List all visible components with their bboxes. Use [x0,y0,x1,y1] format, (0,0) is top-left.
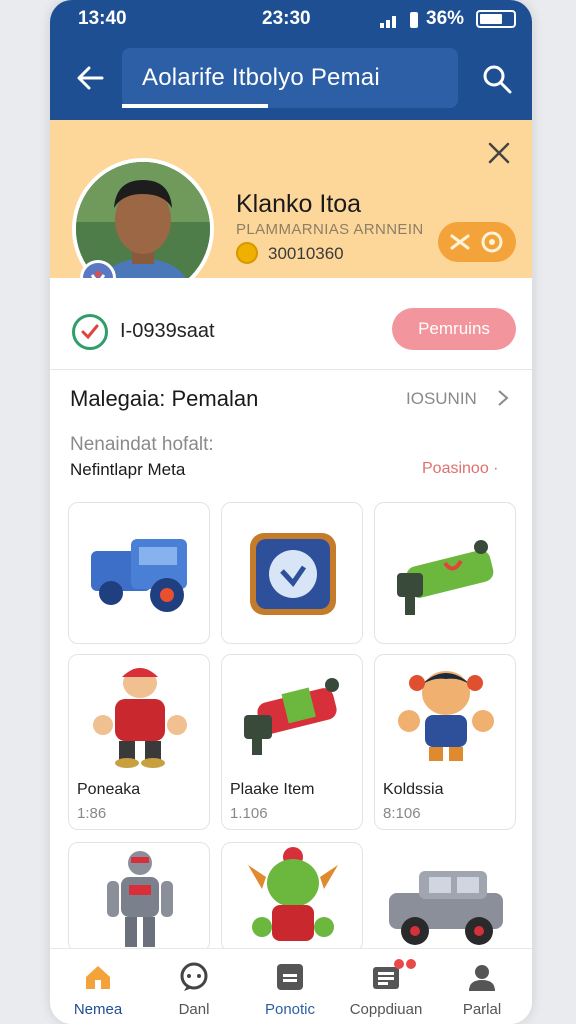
item-name: Plaake Item [230,781,315,798]
item-name: Poneaka [77,781,141,798]
back-arrow-icon[interactable] [72,60,108,96]
section-link[interactable]: Poasinoo · [422,460,499,478]
section-sub-value: Nefintlapr Meta [70,460,186,479]
close-icon[interactable] [486,140,512,166]
status-bar: 13:40 23:30 36% [50,8,532,32]
item-card[interactable] [68,502,210,644]
bottom-nav: Nemea Danl Ponotic Coppdiuan Parlal [50,948,532,1024]
battery-icon [476,10,516,28]
item-card[interactable] [68,842,210,952]
coin-balance: 30010360 [268,244,344,263]
account-row: I-0939saat Pemruins [50,278,532,370]
green-cannon-icon [397,540,494,615]
section-more-link[interactable]: IOSUNIN [406,389,477,409]
hero-figure-icon [398,671,494,761]
section-title: Malegaia: Pemalan [70,386,259,411]
nav-tab-home[interactable]: Nemea [50,949,146,1024]
item-value: 1:86 [77,805,107,822]
nav-tab-chat[interactable]: Danl [146,949,242,1024]
item-value: 1.106 [230,805,268,822]
item-card[interactable] [221,502,363,644]
nav-label: Nemea [73,1001,123,1018]
red-figure-icon [93,668,187,768]
signal-icon [380,12,418,28]
blue-truck-icon [91,539,187,612]
account-id: I-0939saat [120,320,215,342]
item-value: 8:106 [383,805,421,822]
nav-label: Coppdiuan [349,1001,423,1018]
item-card[interactable] [374,502,516,644]
gray-jeep-icon [389,871,503,945]
red-cannon-icon [244,678,339,755]
nav-label: Danl [178,1001,210,1018]
notification-dot [406,959,416,969]
item-name: Koldssia [383,781,444,798]
profile-name: Klanko Itoa [236,190,362,218]
title-search-bar[interactable]: Aolarife Itbolyo Pemai [122,48,458,108]
home-icon [86,966,110,989]
section-sub-label: Nenaindat hofalt: [70,434,214,455]
person-icon [469,965,495,991]
search-icon[interactable] [480,62,514,96]
item-card[interactable]: Poneaka 1:86 [68,654,210,830]
battery-percent: 36% [426,8,465,29]
status-time: 13:40 [78,8,127,29]
title-underline [122,104,268,108]
item-card[interactable] [221,842,363,952]
nav-tab-inbox[interactable]: Coppdiuan [338,949,434,1024]
chat-icon [180,962,208,991]
nav-label: Parlal [462,1001,502,1018]
app-header: 13:40 23:30 36% Aolarife Itbolyo Pemai [50,0,532,120]
page-title: Aolarife Itbolyo Pemai [142,64,380,91]
gear-icon [450,231,503,253]
shield-badge-icon [250,533,336,615]
item-card[interactable]: Koldssia 8:106 [374,654,516,830]
card-icon [277,964,303,990]
green-goblin-icon [248,847,338,941]
verified-check-icon [72,314,108,350]
nav-tab-cards[interactable]: Ponotic [242,949,338,1024]
profile-action-button[interactable] [438,222,516,262]
status-clock: 23:30 [262,8,311,29]
item-card[interactable]: Plaake Item 1.106 [221,654,363,830]
profile-subtitle: PLAMMARNIAS ARNNEIN [236,221,424,238]
chevron-right-icon[interactable] [496,388,510,408]
coin-icon [236,242,258,264]
notification-dot [394,959,404,969]
nav-tab-profile[interactable]: Parlal [434,949,530,1024]
premium-button[interactable]: Pemruins [392,308,516,350]
armored-figure-icon [107,851,173,947]
nav-label: Ponotic [264,1001,316,1018]
profile-card: Klanko Itoa PLAMMARNIAS ARNNEIN 30010360 [50,120,532,300]
item-card[interactable] [374,842,516,952]
phone-screen: 13:40 23:30 36% Aolarife Itbolyo Pemai K… [50,0,532,1024]
